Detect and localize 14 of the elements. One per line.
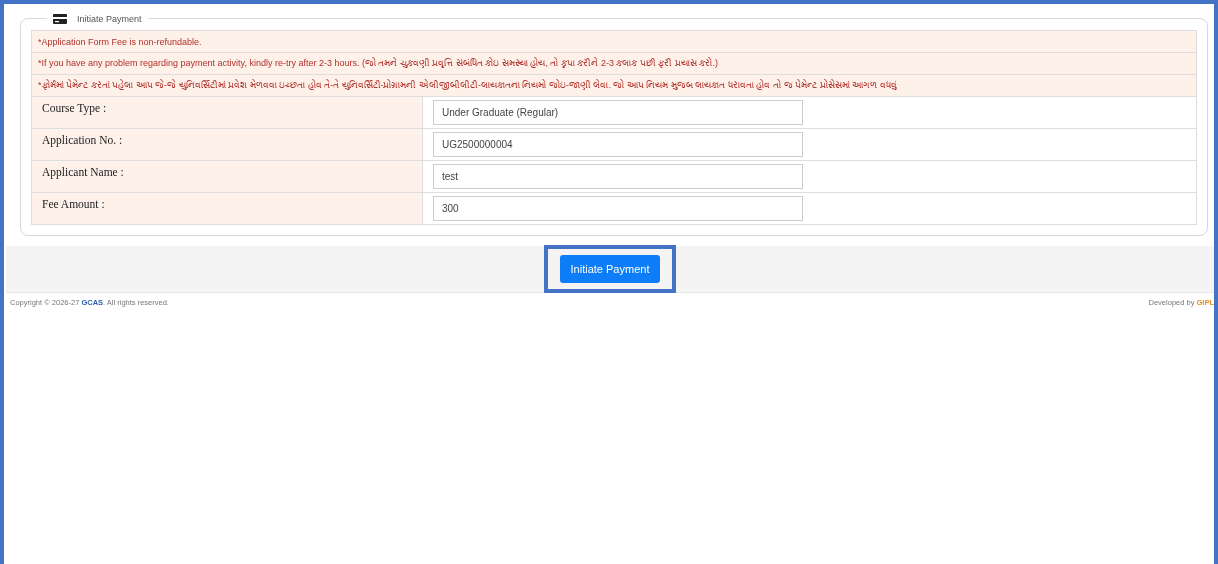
input-field[interactable]: Under Graduate (Regular) xyxy=(433,100,803,125)
field-label: Application No. : xyxy=(31,128,423,161)
field-label: Fee Amount : xyxy=(31,192,423,225)
initiate-payment-button[interactable]: Initiate Payment xyxy=(559,255,661,283)
field-label: Applicant Name : xyxy=(31,160,423,193)
panel-title: Initiate Payment xyxy=(77,14,142,24)
notice-text: *If you have any problem regarding payment activity, kindly re-try after 2-3 hours. (જો તમને ચુકવણી પ્રવૃત્તિ સંબંધિત કોઇ સમસ્યા હોય, તો કૃપા કરીને 2-3 કલાક પછી ફરી પ્રયાસ કરો.) xyxy=(31,52,1197,75)
credit-card-icon xyxy=(53,14,67,24)
notice-text: *Application Form Fee is non-refundable. xyxy=(31,30,1197,53)
input-field[interactable]: test xyxy=(433,164,803,189)
input-field[interactable]: UG2500000004 xyxy=(433,132,803,157)
notice-text: *ફોર્મમાં પેમેન્ટ કરતાં પહેલા આપ જે-જે યુનિવર્સિટીમાં પ્રવેશ મેળવવા ઇચ્છતા હોવ તે-તે યુનિવર્સિટી-પ્રોગ્રામની એલીજીબીલીટી-લાયકાતના નિયમો જોઇ-જાણી લેવા. જો આપ નિયમ મુજબ લાયકાત ધરાવતા હોવ તો જ પેમેન્ટ પ્રોસેસમાં આગળ વધવું xyxy=(31,74,1197,97)
field-label: Course Type : xyxy=(31,96,423,129)
input-field[interactable]: 300 xyxy=(433,196,803,221)
